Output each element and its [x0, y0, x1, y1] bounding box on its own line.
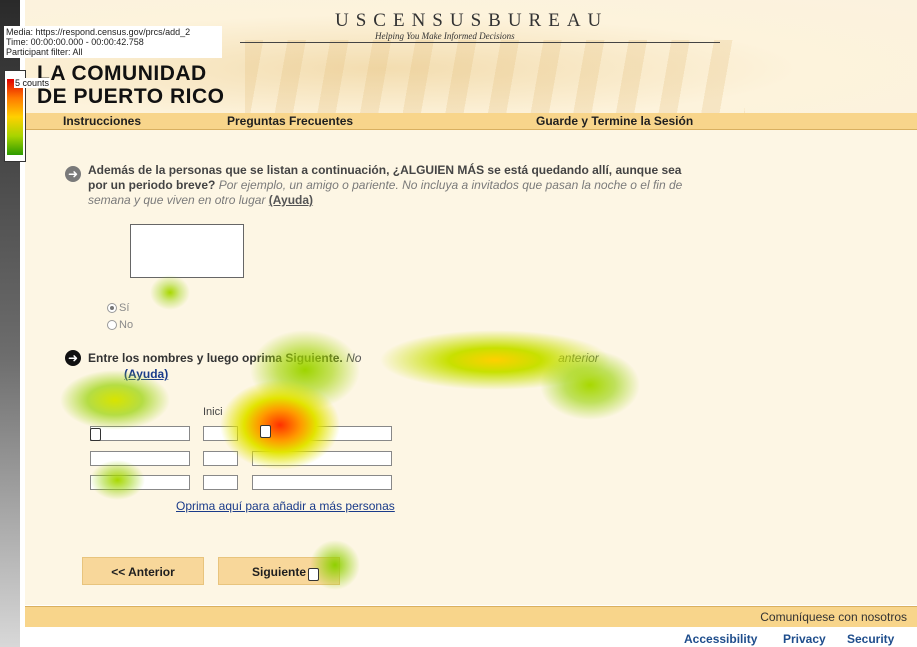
radio-no-dot[interactable]: [107, 320, 117, 331]
instruction-2-text: Entre los nombres y luego oprima Siguien…: [88, 351, 343, 365]
question-1-help-link[interactable]: (Ayuda): [269, 193, 313, 207]
initial-input-1[interactable]: [203, 426, 238, 441]
arrow-right-icon: ➜: [65, 166, 81, 182]
census-bureau-title: USCENSUSBUREAU: [335, 10, 609, 31]
census-tagline: Helping You Make Informed Decisions: [375, 31, 515, 41]
first-name-input-1[interactable]: [90, 426, 190, 441]
heatmap-legend-label: 5 counts: [14, 78, 51, 88]
survey-title-line2: DE PUERTO RICO: [37, 85, 225, 108]
nav-save-exit-link[interactable]: Guarde y Termine la Sesión: [536, 114, 693, 128]
recording-metadata: Media: https://respond.census.gov/prcs/a…: [4, 26, 222, 58]
first-name-input-3[interactable]: [90, 475, 190, 490]
nav-instructions-link[interactable]: Instrucciones: [63, 114, 141, 128]
next-button[interactable]: Siguiente: [218, 557, 340, 585]
instruction-2-italic-end: anterior: [558, 351, 599, 365]
radio-no[interactable]: No: [107, 319, 133, 331]
footer-bar: Comuníquese con nosotros: [25, 606, 917, 627]
survey-title-line1: LA COMUNIDAD: [37, 62, 207, 85]
add-more-people-link[interactable]: Oprima aquí para añadir a más personas: [176, 499, 395, 513]
initial-input-2[interactable]: [203, 451, 238, 466]
census-page: USCENSUSBUREAU Helping You Make Informed…: [20, 0, 917, 647]
top-nav-bar: Instrucciones Preguntas Frecuentes Guard…: [25, 113, 917, 130]
privacy-link[interactable]: Privacy: [783, 632, 826, 646]
banner-artwork: [245, 40, 745, 114]
survey-title: LA COMUNIDAD DE PUERTO RICO: [37, 62, 224, 108]
accessibility-link[interactable]: Accessibility: [684, 632, 757, 646]
heatmap-color-scale: [7, 79, 23, 155]
col-initial-label: Inici: [203, 406, 223, 418]
participant-filter: Participant filter: All: [6, 47, 83, 57]
last-name-input-1[interactable]: [252, 426, 392, 441]
radio-yes-dot[interactable]: [107, 303, 117, 314]
time-range: Time: 00:00:00.000 - 00:00:42.758: [6, 37, 144, 47]
question-1: Además de la personas que se listan a co…: [88, 163, 688, 208]
last-name-input-3[interactable]: [252, 475, 392, 490]
first-name-input-2[interactable]: [90, 451, 190, 466]
household-list-box: [130, 224, 244, 278]
radio-no-label: No: [119, 319, 134, 331]
instruction-2: Entre los nombres y luego oprima Siguien…: [88, 350, 688, 382]
initial-input-3[interactable]: [203, 475, 238, 490]
previous-button[interactable]: << Anterior: [82, 557, 204, 585]
arrow-right-icon: ➜: [65, 350, 81, 366]
radio-yes[interactable]: Sí: [107, 302, 129, 314]
instruction-2-help-link[interactable]: (Ayuda): [124, 367, 168, 381]
header-divider: [240, 42, 720, 43]
last-name-input-2[interactable]: [252, 451, 392, 466]
media-url: Media: https://respond.census.gov/prcs/a…: [6, 27, 191, 37]
contact-us-link[interactable]: Comuníquese con nosotros: [760, 610, 907, 624]
security-link[interactable]: Security: [847, 632, 894, 646]
radio-yes-label: Sí: [119, 302, 130, 314]
nav-faq-link[interactable]: Preguntas Frecuentes: [227, 114, 353, 128]
instruction-2-italic-start: No: [346, 351, 362, 365]
